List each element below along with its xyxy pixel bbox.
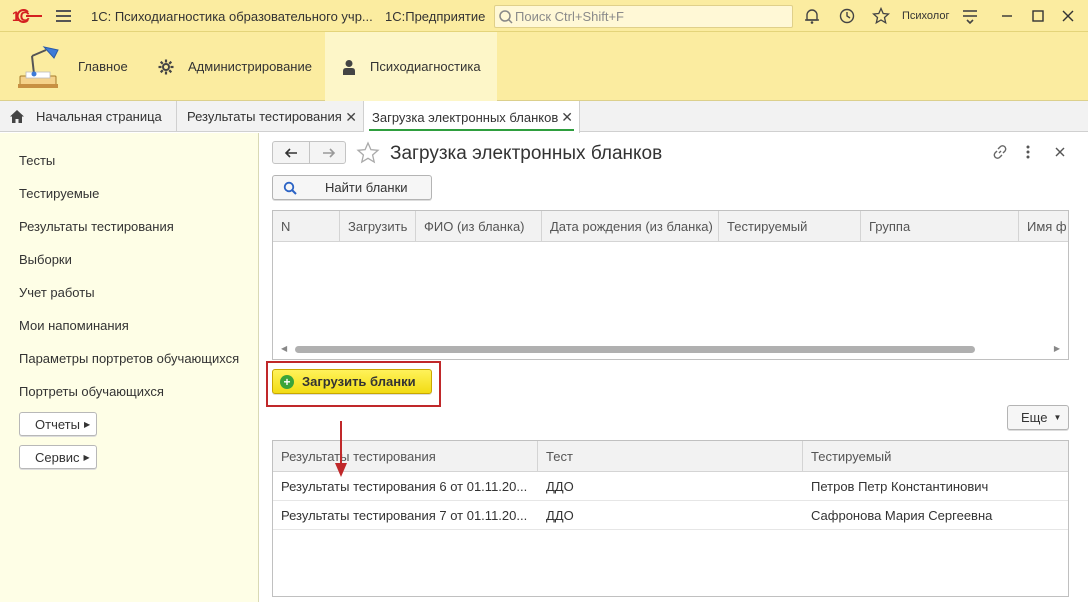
search-icon [283,181,297,195]
form-title: Загрузка электронных бланков [390,143,663,164]
form-close-icon[interactable] [1054,146,1066,158]
nav-item-testees[interactable]: Тестируемые [19,186,99,201]
cell-result: Результаты тестирования 6 от 01.11.20... [281,479,528,494]
annotation-arrow-icon [335,421,347,477]
find-forms-label: Найти бланки [325,180,408,195]
gear-icon [158,59,174,74]
column-header[interactable]: ФИО (из бланка) [416,211,542,242]
find-forms-button[interactable]: Найти бланки [272,175,432,200]
section-main[interactable]: Главное [0,32,140,101]
sections-panel: Главное Администрирование Психодиагности… [0,32,1088,101]
history-nav [272,141,346,164]
star-icon[interactable] [872,7,890,25]
cell-result: Результаты тестирования 7 от 01.11.20... [281,508,528,523]
cell-test: ДДО [546,479,574,494]
section-administration-label: Администрирование [188,59,312,74]
section-administration[interactable]: Администрирование [140,32,325,101]
1c-logo-icon: 1C [12,8,42,24]
back-button[interactable] [273,142,310,163]
column-header[interactable]: Группа [861,211,1019,242]
service-button[interactable]: Сервис ▶ [19,445,97,469]
plus-circle-icon: + [280,374,294,389]
chevron-down-icon: ▼ [1053,413,1062,422]
scrollbar-thumb[interactable] [295,346,975,353]
forms-table-header: N Загрузить ФИО (из бланка) Дата рождени… [273,211,1068,242]
platform-label: 1С:Предприятие [385,9,486,24]
column-header[interactable]: Результаты тестирования [273,441,538,472]
tab-load-forms[interactable]: Загрузка электронных бланков ✕ [364,101,580,133]
load-forms-label: Загрузить бланки [302,374,416,389]
reports-button[interactable]: Отчеты ▶ [19,412,97,436]
column-header[interactable]: Загрузить [340,211,416,242]
section-commands-panel: Тесты Тестируемые Результаты тестировани… [0,133,259,602]
desk-lamp-icon [18,45,59,88]
tab-test-results-label: Результаты тестирования [187,109,342,124]
tab-home-label: Начальная страница [36,109,162,124]
nav-item-test-results[interactable]: Результаты тестирования [19,219,174,234]
nav-item-portrait-params[interactable]: Параметры портретов обучающихся [19,351,239,366]
table-row[interactable]: Результаты тестирования 6 от 01.11.20...… [273,472,1068,501]
maximize-icon[interactable] [1028,6,1048,26]
close-icon[interactable] [1058,6,1078,26]
results-table[interactable]: Результаты тестирования Тест Тестируемый… [272,440,1069,597]
section-psychodiagnostics[interactable]: Психодиагностика [325,32,497,101]
nav-item-reminders[interactable]: Мои напоминания [19,318,129,333]
arrow-right-icon [322,147,335,158]
title-bar: 1C 1С: Психодиагностика образовательного… [0,0,1088,32]
column-header[interactable]: Тест [538,441,803,472]
tab-test-results[interactable]: Результаты тестирования ✕ [177,101,364,132]
tab-home[interactable]: Начальная страница [0,101,177,132]
column-header[interactable]: Имя ф [1019,211,1068,242]
horizontal-scrollbar[interactable]: ◀ ▶ [281,344,1060,353]
search-box[interactable] [494,5,793,28]
arrow-left-icon [284,147,297,158]
close-tab-icon[interactable]: ✕ [561,109,573,126]
close-tab-icon[interactable]: ✕ [345,109,357,126]
more-button-label: Еще [1021,410,1048,425]
service-button-label: Сервис [35,449,80,465]
cell-test: ДДО [546,508,574,523]
triangle-right-icon: ▶ [83,452,90,462]
nav-item-tests[interactable]: Тесты [19,153,55,168]
open-tabs-bar: Начальная страница Результаты тестирован… [0,101,1088,133]
user-name[interactable]: Психолог [902,10,949,22]
more-button[interactable]: Еще ▼ [1007,405,1069,430]
menu-icon[interactable] [56,10,71,22]
triangle-right-icon: ▶ [83,419,91,429]
person-icon [343,59,355,75]
cell-testee: Петров Петр Константинович [811,479,989,494]
nav-item-work-log[interactable]: Учет работы [19,285,95,300]
column-header[interactable]: N [273,211,340,242]
section-main-label: Главное [78,59,128,74]
column-header[interactable]: Дата рождения (из бланка) [542,211,719,242]
nav-item-portraits[interactable]: Портреты обучающихся [19,384,164,399]
minimize-icon[interactable] [997,6,1017,26]
cell-testee: Сафронова Мария Сергеевна [811,508,993,523]
app-title: 1С: Психодиагностика образовательного уч… [91,9,373,24]
forward-button[interactable] [310,142,347,163]
results-table-header: Результаты тестирования Тест Тестируемый [273,441,1068,472]
bell-icon[interactable] [803,7,821,25]
more-vertical-icon[interactable] [1024,144,1032,160]
reports-button-label: Отчеты [35,416,80,432]
column-header[interactable]: Тестируемый [719,211,861,242]
active-tab-indicator [369,129,574,131]
tab-load-forms-label: Загрузка электронных бланков [372,109,559,125]
section-psychodiagnostics-label: Психодиагностика [370,59,481,74]
search-icon [499,10,513,24]
table-row[interactable]: Результаты тестирования 7 от 01.11.20...… [273,501,1068,530]
home-icon [10,110,24,123]
forms-table[interactable]: N Загрузить ФИО (из бланка) Дата рождени… [272,210,1069,360]
nav-item-samples[interactable]: Выборки [19,252,72,267]
history-icon[interactable] [838,7,856,25]
settings-icon[interactable] [961,7,979,25]
scroll-left-icon[interactable]: ◀ [281,344,287,353]
form-area: Загрузка электронных бланков Найти бланк… [260,133,1088,602]
scroll-right-icon[interactable]: ▶ [1054,344,1060,353]
column-header[interactable]: Тестируемый [803,441,1068,472]
link-icon[interactable] [992,144,1008,160]
search-input[interactable] [515,8,785,25]
favorite-star-icon[interactable] [356,141,380,165]
load-forms-button[interactable]: + Загрузить бланки [272,369,432,394]
